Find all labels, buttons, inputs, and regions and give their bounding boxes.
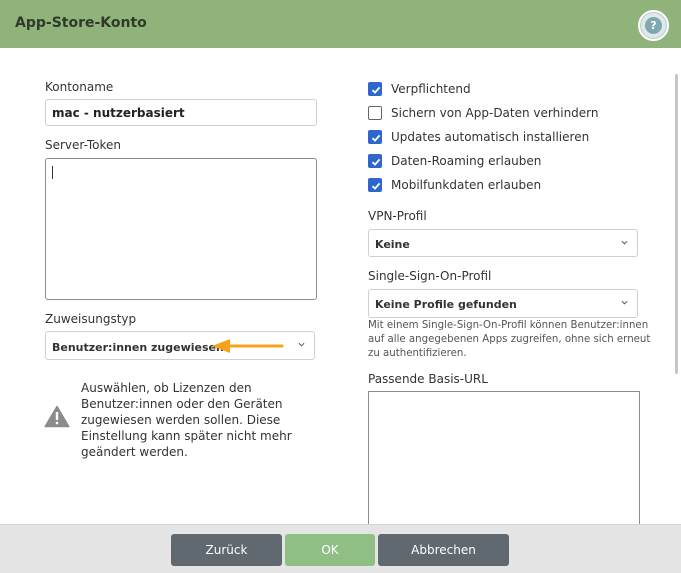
checkbox-box[interactable] — [368, 154, 382, 168]
checkbox-label: Updates automatisch installieren — [391, 130, 590, 144]
chevron-down-icon — [621, 300, 628, 305]
sso-profil-select[interactable]: Keine Profile gefunden — [368, 289, 638, 318]
checkbox-label: Daten-Roaming erlauben — [391, 154, 542, 168]
sso-profil-value: Keine Profile gefunden — [375, 298, 517, 311]
ok-button[interactable]: OK — [285, 534, 375, 566]
checkbox-label: Verpflichtend — [391, 82, 471, 96]
checkbox-box[interactable] — [368, 178, 382, 192]
help-button[interactable]: ? — [638, 10, 669, 41]
sso-profil-label: Single-Sign-On-Profil — [368, 269, 492, 283]
cancel-button[interactable]: Abbrechen — [378, 534, 509, 566]
checkbox-box[interactable] — [368, 130, 382, 144]
checkbox-label: Mobilfunkdaten erlauben — [391, 178, 542, 192]
checkbox-box[interactable] — [368, 106, 382, 120]
sso-help-text: Mit einem Single-Sign-On-Profil können B… — [368, 320, 651, 359]
checkmark-icon — [371, 134, 381, 142]
help-icon: ? — [645, 17, 662, 34]
dialog-title-bar: App-Store-Konto ? — [0, 0, 681, 48]
zuweisungstyp-label: Zuweisungstyp — [45, 312, 137, 326]
chevron-down-icon — [621, 240, 628, 245]
checkbox-box[interactable] — [368, 82, 382, 96]
zuweisungstyp-value: Benutzer:innen zugewiesen — [52, 341, 224, 354]
vpn-profil-select[interactable]: Keine — [368, 229, 638, 257]
checkmark-icon — [371, 86, 381, 94]
warning-icon — [44, 405, 70, 428]
chevron-down-icon — [298, 342, 305, 347]
back-button[interactable]: Zurück — [171, 534, 282, 566]
checkbox-label: Sichern von App-Daten verhindern — [391, 106, 599, 120]
warning-text: Auswählen, ob Lizenzen den Benutzer:inne… — [81, 381, 292, 459]
server-token-textarea[interactable] — [45, 158, 317, 300]
kontoname-label: Kontoname — [45, 80, 114, 94]
kontoname-input[interactable]: mac - nutzerbasiert — [45, 99, 317, 126]
checkmark-icon — [371, 182, 381, 190]
scrollbar[interactable] — [675, 74, 678, 374]
basis-url-label: Passende Basis-URL — [368, 372, 488, 386]
server-token-label: Server-Token — [45, 138, 121, 152]
vpn-profil-value: Keine — [375, 238, 410, 251]
vpn-profil-label: VPN-Profil — [368, 209, 427, 223]
basis-url-textarea[interactable] — [368, 391, 640, 531]
checkmark-icon — [371, 158, 381, 166]
text-caret — [52, 166, 53, 179]
dialog-title: App-Store-Konto — [15, 15, 147, 31]
arrow-left-icon — [212, 339, 284, 353]
